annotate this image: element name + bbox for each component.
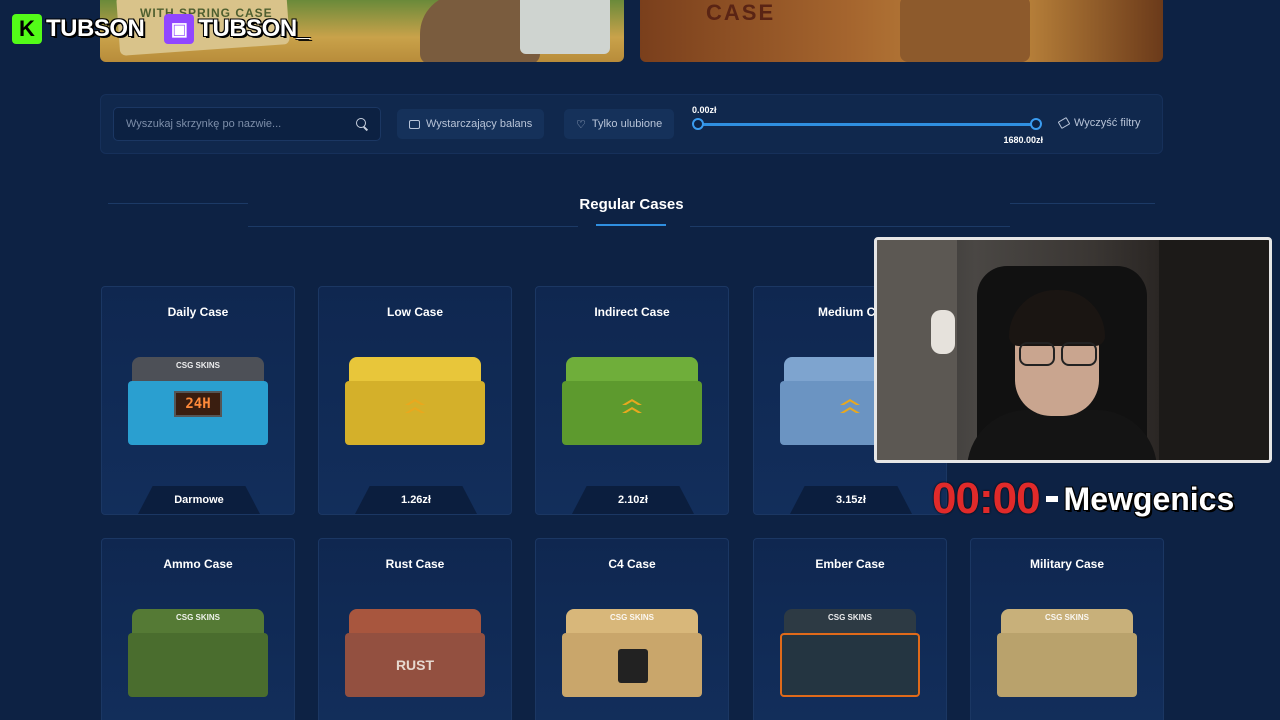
divider <box>690 226 1010 227</box>
stream-timer-row: 00:00 Mewgenics <box>932 474 1234 524</box>
chevron-rank-icon <box>405 397 425 419</box>
case-brand-label: CSG SKINS <box>175 613 221 622</box>
rust-case-image: RUST <box>341 605 491 705</box>
twitch-badge: ▣ TUBSON_ <box>164 14 310 44</box>
favorites-only-button[interactable]: ♡ Tylko ulubione <box>564 109 675 139</box>
price-max-label: 1680.00zł <box>1003 135 1043 145</box>
banner-right-text: CASE <box>706 0 776 25</box>
clear-filters-button[interactable]: Wyczyść filtry <box>1057 117 1141 129</box>
filter-bar: Wystarczający balans ♡ Tylko ulubione 0.… <box>100 94 1163 154</box>
daily-case-image: CSG SKINS 24H <box>124 353 274 453</box>
timer-display: 24H <box>174 391 222 417</box>
c4-case-image: CSG SKINS <box>558 605 708 705</box>
chevron-rank-icon <box>622 397 642 419</box>
case-brand-label: CSG SKINS <box>609 613 655 622</box>
case-name: Indirect Case <box>594 305 670 319</box>
case-card-daily[interactable]: Daily Case CSG SKINS 24H Darmowe <box>101 286 295 515</box>
heart-icon: ♡ <box>576 118 586 131</box>
military-case-image: CSG SKINS <box>993 605 1143 705</box>
stream-timer: 00:00 <box>932 474 1041 523</box>
indirect-case-image <box>558 353 708 453</box>
promo-banner-right[interactable]: CASE <box>640 0 1163 62</box>
separator <box>1045 496 1058 502</box>
banner-chest <box>900 0 1030 62</box>
cam-cat <box>931 310 955 354</box>
kick-username: TUBSON <box>46 15 145 42</box>
ammo-case-image: CSG SKINS <box>124 605 274 705</box>
case-card-rust[interactable]: Rust Case RUST <box>318 538 512 720</box>
kick-icon: K <box>12 14 42 44</box>
cam-shelf <box>1159 240 1269 460</box>
case-card-low[interactable]: Low Case 1.26zł <box>318 286 512 515</box>
case-price: 2.10zł <box>572 486 694 514</box>
case-brand-label: CSG SKINS <box>1044 613 1090 622</box>
search-input[interactable] <box>126 118 356 130</box>
clear-filters-label: Wyczyść filtry <box>1074 117 1141 129</box>
sufficient-balance-button[interactable]: Wystarczający balans <box>397 109 545 139</box>
keypad-icon <box>618 649 648 683</box>
case-card-ammo[interactable]: Ammo Case CSG SKINS <box>101 538 295 720</box>
case-name: Ammo Case <box>163 557 233 571</box>
case-card-ember[interactable]: Ember Case CSG SKINS <box>753 538 947 720</box>
low-case-image <box>341 353 491 453</box>
wallet-icon <box>409 119 420 129</box>
game-name: Mewgenics <box>1063 480 1235 517</box>
section-title: Regular Cases <box>579 196 684 213</box>
divider <box>248 226 578 227</box>
favorites-only-label: Tylko ulubione <box>591 118 663 130</box>
case-name: Ember Case <box>815 557 885 571</box>
sufficient-balance-label: Wystarczający balans <box>426 118 533 130</box>
price-min-label: 0.00zł <box>692 105 717 115</box>
search-icon[interactable] <box>356 118 368 130</box>
cam-streamer-body <box>967 410 1157 460</box>
slider-track[interactable] <box>697 123 1037 126</box>
case-card-military[interactable]: Military Case CSG SKINS <box>970 538 1164 720</box>
search-box[interactable] <box>113 107 381 141</box>
eraser-icon <box>1057 117 1071 129</box>
banner-figure <box>520 0 610 54</box>
case-brand-label: CSG SKINS <box>175 361 221 370</box>
case-card-c4[interactable]: C4 Case CSG SKINS <box>535 538 729 720</box>
kick-badge: K TUBSON <box>12 14 145 44</box>
cam-glasses <box>1019 342 1097 366</box>
twitch-username: TUBSON_ <box>198 15 310 42</box>
case-name: Daily Case <box>167 305 229 319</box>
case-price: Darmowe <box>138 486 260 514</box>
twitch-icon: ▣ <box>164 14 195 44</box>
case-name: Rust Case <box>385 557 445 571</box>
stream-overlay-badges: K TUBSON ▣ TUBSON_ <box>12 14 310 44</box>
case-brand-label: CSG SKINS <box>827 613 873 622</box>
rust-box-label: RUST <box>395 657 435 673</box>
webcam-overlay <box>874 237 1272 463</box>
case-card-indirect[interactable]: Indirect Case 2.10zł <box>535 286 729 515</box>
section-title-underline <box>596 224 666 226</box>
case-name: C4 Case <box>608 557 656 571</box>
ember-case-image: CSG SKINS <box>776 605 926 705</box>
slider-handle-min[interactable] <box>692 118 704 130</box>
slider-handle-max[interactable] <box>1030 118 1042 130</box>
case-name: Military Case <box>1029 557 1105 571</box>
case-name: Low Case <box>386 305 443 319</box>
case-price: 1.26zł <box>355 486 477 514</box>
case-price: 3.15zł <box>790 486 912 514</box>
chevron-rank-icon <box>840 397 860 419</box>
price-range-slider[interactable]: 0.00zł 1680.00zł <box>692 105 1043 145</box>
